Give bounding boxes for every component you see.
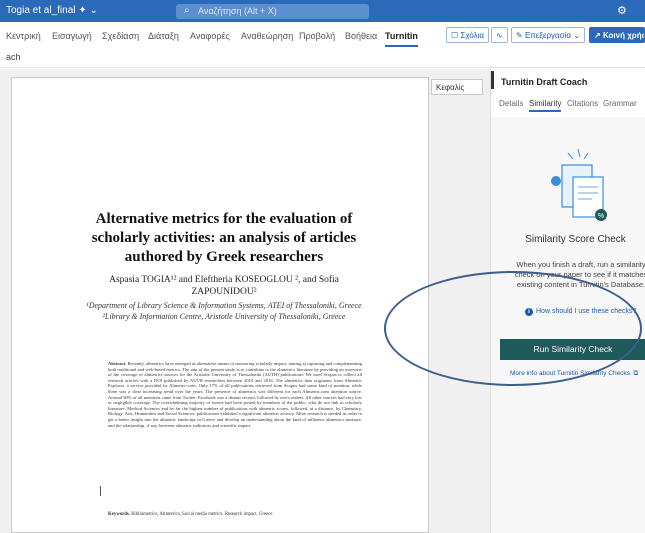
paper-authors: Aspasia TOGIA¹² and Eleftheria KOSEOGLOU… <box>109 275 339 297</box>
document-page[interactable]: Alternative metrics for the evaluation o… <box>11 77 429 533</box>
pencil-icon: ✎ <box>516 31 523 40</box>
svg-text:%: % <box>598 213 604 220</box>
tab-review[interactable]: Αναθεώρηση <box>241 31 293 41</box>
tab-view[interactable]: Προβολή <box>299 31 335 41</box>
search-icon: ⌕ <box>184 5 190 16</box>
toolbar-subbar: ach <box>0 48 645 68</box>
panel-accent <box>491 71 494 89</box>
activity-icon: ∿ <box>496 31 503 40</box>
subbar-label: ach <box>6 52 21 62</box>
tab-grammar[interactable]: Grammar <box>603 99 637 108</box>
tab-insert[interactable]: Εισαγωγή <box>52 31 92 41</box>
search-box[interactable]: ⌕ Αναζήτηση (Alt + X) <box>176 4 369 19</box>
document-name[interactable]: Togia et al_final ✦ ⌄ <box>6 5 98 16</box>
comments-button[interactable]: ☐ Σχόλια <box>446 27 490 43</box>
paper-keywords: Keywords. Bibliometrics, Altmetrics, Soc… <box>108 512 273 517</box>
header-tooltip: Κεφαλίς <box>431 79 483 95</box>
tab-draw[interactable]: Σχεδίαση <box>102 31 139 41</box>
activity-button[interactable]: ∿ <box>491 27 508 43</box>
text-cursor <box>100 486 101 496</box>
tab-details[interactable]: Details <box>499 99 523 108</box>
search-placeholder: Αναζήτηση (Alt + X) <box>198 6 277 16</box>
tab-similarity[interactable]: Similarity <box>529 99 562 112</box>
annotation-ellipse <box>384 271 642 386</box>
paper-abstract: Abstract. Recently, altmetrics have emer… <box>108 361 362 428</box>
tab-references[interactable]: Αναφορές <box>190 31 230 41</box>
editing-button[interactable]: ✎ Επεξεργασία ⌄ <box>511 27 585 43</box>
tab-help[interactable]: Βοήθεια <box>345 31 377 41</box>
comment-icon: ☐ <box>451 31 459 40</box>
paper-affiliations: ¹Department of Library Science & Informa… <box>86 301 362 321</box>
title-bar: Togia et al_final ✦ ⌄ ⌕ Αναζήτηση (Alt +… <box>0 0 645 22</box>
ribbon: Κεντρική Εισαγωγή Σχεδίαση Διάταξη Αναφο… <box>0 22 645 48</box>
gear-icon[interactable]: ⚙ <box>617 4 627 17</box>
tab-citations[interactable]: Citations <box>567 99 598 108</box>
paper-title: Alternative metrics for the evaluation o… <box>91 211 357 265</box>
share-button[interactable]: ↗ Κοινή χρήση <box>589 27 645 43</box>
panel-title: Turnitin Draft Coach <box>501 77 588 87</box>
document-check-illustration-icon: % <box>551 148 607 221</box>
share-icon: ↗ <box>594 31 601 40</box>
tab-layout[interactable]: Διάταξη <box>148 31 179 41</box>
tab-turnitin[interactable]: Turnitin <box>385 31 418 47</box>
tab-home[interactable]: Κεντρική <box>6 31 41 41</box>
similarity-heading: Similarity Score Check <box>525 234 626 245</box>
